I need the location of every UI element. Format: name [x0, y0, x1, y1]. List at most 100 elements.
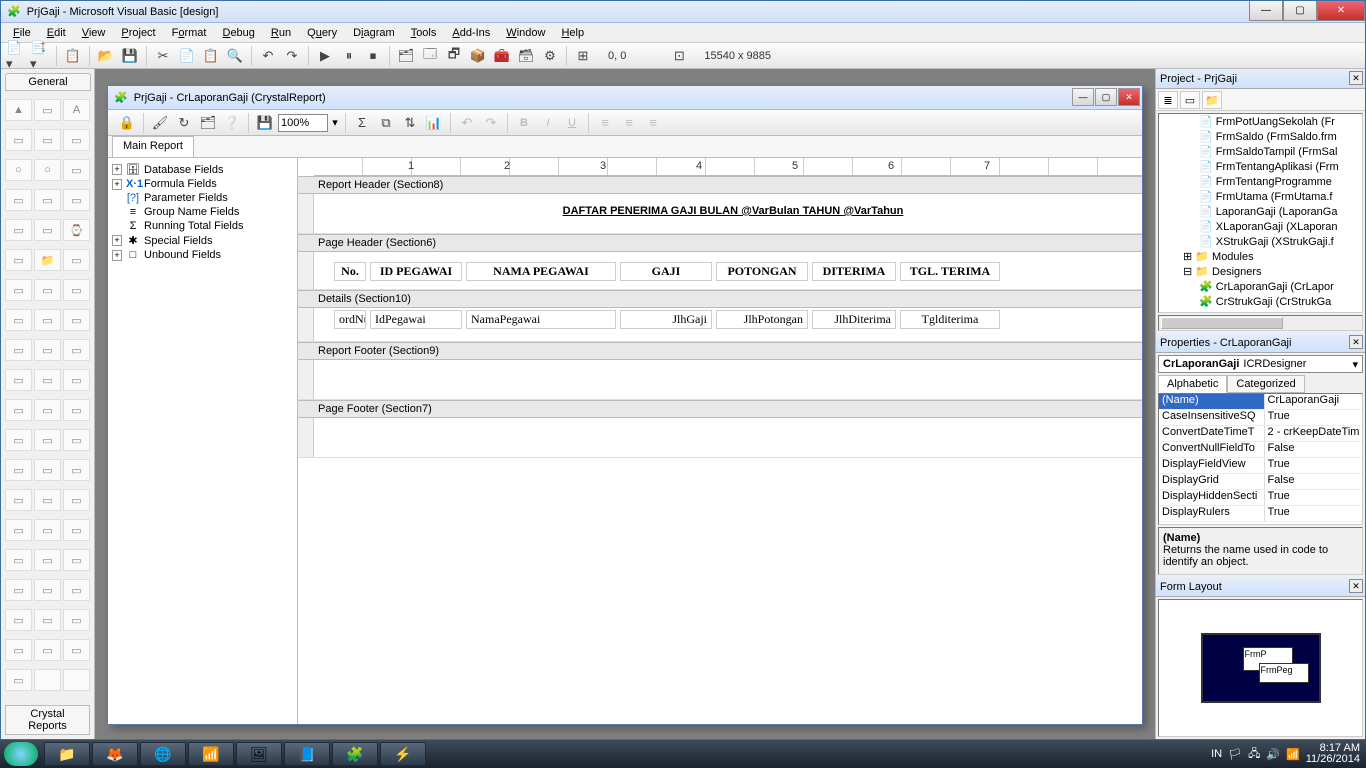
- taskbar-item[interactable]: 🧩: [332, 742, 378, 766]
- maximize-button[interactable]: ▢: [1283, 1, 1317, 21]
- pointer-tool[interactable]: ▲: [5, 99, 32, 121]
- report-header-body[interactable]: DAFTAR PENERIMA GAJI BULAN @VarBulan TAH…: [298, 194, 1142, 234]
- project-item[interactable]: 🧩 CrLaporanGaji (CrLapor: [1159, 279, 1362, 294]
- close-button[interactable]: ✕: [1317, 1, 1365, 21]
- col-header[interactable]: POTONGAN: [716, 262, 808, 281]
- taskbar[interactable]: 📁 🦊 🌐 📶 🖼 📘 🧩 ⚡ IN 🏳 🖧 🔊 📶 8:17 AM 11/26…: [0, 740, 1366, 768]
- input-language[interactable]: IN: [1211, 748, 1222, 760]
- menubar[interactable]: File Edit View Project Format Debug Run …: [1, 23, 1365, 43]
- menu-format[interactable]: Format: [166, 25, 213, 41]
- system-tray[interactable]: IN 🏳 🖧 🔊 📶 8:17 AM 11/26/2014: [1211, 743, 1360, 765]
- menu-edit[interactable]: Edit: [41, 25, 72, 41]
- add-project-button[interactable]: 📄▾: [5, 45, 27, 67]
- pane-close-button[interactable]: ✕: [1349, 579, 1363, 593]
- redo-button[interactable]: ↷: [281, 45, 303, 67]
- form-layout-title[interactable]: Form Layout ✕: [1156, 577, 1365, 597]
- report-footer-body[interactable]: [298, 360, 1142, 400]
- col-header[interactable]: TGL. TERIMA: [900, 262, 1000, 281]
- project-item[interactable]: 📄 FrmUtama (FrmUtama.f: [1159, 189, 1362, 204]
- menu-query[interactable]: Query: [301, 25, 343, 41]
- menu-editor-button[interactable]: 📋: [62, 45, 84, 67]
- project-item[interactable]: 📄 FrmSaldoTampil (FrmSal: [1159, 144, 1362, 159]
- tab-main-report[interactable]: Main Report: [112, 136, 194, 157]
- menu-debug[interactable]: Debug: [216, 25, 260, 41]
- menu-help[interactable]: Help: [555, 25, 590, 41]
- toolbox-button[interactable]: 🧰: [491, 45, 513, 67]
- design-surface[interactable]: 1 2 3 4 5 6 7 Report Header (Section8): [298, 158, 1142, 724]
- undo-button[interactable]: ↶: [456, 112, 478, 134]
- toggle-folders-button[interactable]: 📁: [1202, 91, 1222, 109]
- detail-field[interactable]: IdPegawai: [370, 310, 462, 329]
- properties-pane-title[interactable]: Properties - CrLaporanGaji ✕: [1156, 333, 1365, 353]
- project-item[interactable]: 📄 LaporanGaji (LaporanGa: [1159, 204, 1362, 219]
- page-header-body[interactable]: No. ID PEGAWAI NAMA PEGAWAI GAJI POTONGA…: [298, 252, 1142, 290]
- pane-close-button[interactable]: ✕: [1349, 71, 1363, 85]
- zoom-dropdown-icon[interactable]: ▾: [330, 116, 340, 129]
- menu-tools[interactable]: Tools: [405, 25, 443, 41]
- menu-diagram[interactable]: Diagram: [347, 25, 401, 41]
- col-header[interactable]: NAMA PEGAWAI: [466, 262, 616, 281]
- taskbar-item[interactable]: 🌐: [140, 742, 186, 766]
- toolbox-tab-crystal[interactable]: Crystal Reports: [5, 705, 90, 735]
- col-header[interactable]: No.: [334, 262, 366, 281]
- property-row[interactable]: DisplayRulersTrue: [1159, 506, 1362, 522]
- property-row[interactable]: (Name)CrLaporanGaji: [1159, 394, 1362, 410]
- underline-button[interactable]: U: [561, 112, 583, 134]
- properties-button[interactable]: 🗔: [419, 45, 441, 67]
- project-item[interactable]: 📄 FrmSaldo (FrmSaldo.frm: [1159, 129, 1362, 144]
- property-row[interactable]: DisplayGridFalse: [1159, 474, 1362, 490]
- tab-alphabetic[interactable]: Alphabetic: [1158, 375, 1227, 393]
- taskbar-item[interactable]: 📁: [44, 742, 90, 766]
- menu-run[interactable]: Run: [265, 25, 297, 41]
- project-explorer-button[interactable]: 🗂: [395, 45, 417, 67]
- project-item[interactable]: 📄 XLaporanGaji (XLaporan: [1159, 219, 1362, 234]
- property-row[interactable]: DisplayFieldViewTrue: [1159, 458, 1362, 474]
- view-object-button[interactable]: ▭: [1180, 91, 1200, 109]
- view-code-button[interactable]: ≣: [1158, 91, 1178, 109]
- property-row[interactable]: DisplayHiddenSectiTrue: [1159, 490, 1362, 506]
- project-item[interactable]: 📄 XStrukGaji (XStrukGaji.f: [1159, 234, 1362, 249]
- properties-grid[interactable]: (Name)CrLaporanGaji CaseInsensitiveSQTru…: [1158, 393, 1363, 525]
- field-explorer[interactable]: +🗄Database Fields +X·1Formula Fields [?]…: [108, 158, 298, 724]
- sigma-button[interactable]: Σ: [351, 112, 373, 134]
- menu-window[interactable]: Window: [500, 25, 551, 41]
- section-page-footer[interactable]: Page Footer (Section7): [298, 400, 1142, 418]
- tree-node[interactable]: ≡Group Name Fields: [110, 205, 295, 219]
- tree-node[interactable]: ΣRunning Total Fields: [110, 219, 295, 233]
- tray-flag-icon[interactable]: 🏳: [1228, 748, 1242, 761]
- component-button[interactable]: ⚙: [539, 45, 561, 67]
- tree-node[interactable]: +□Unbound Fields: [110, 248, 295, 262]
- project-folder[interactable]: ⊞ 📁 Modules: [1159, 249, 1362, 264]
- detail-field[interactable]: ordNu: [334, 310, 366, 329]
- refresh-button[interactable]: ↻: [173, 112, 195, 134]
- redo-button[interactable]: ↷: [480, 112, 502, 134]
- page-footer-body[interactable]: [298, 418, 1142, 458]
- section-report-header[interactable]: Report Header (Section8): [298, 176, 1142, 194]
- toolbox-tab-general[interactable]: General: [5, 73, 91, 91]
- child-minimize-button[interactable]: —: [1072, 88, 1094, 106]
- col-header[interactable]: GAJI: [620, 262, 712, 281]
- taskbar-item[interactable]: 🦊: [92, 742, 138, 766]
- pane-close-button[interactable]: ✕: [1349, 335, 1363, 349]
- section-page-header[interactable]: Page Header (Section6): [298, 234, 1142, 252]
- group-button[interactable]: ⧉: [375, 112, 397, 134]
- align-left-button[interactable]: ≡: [594, 112, 616, 134]
- tab-categorized[interactable]: Categorized: [1227, 375, 1304, 393]
- tree-node[interactable]: [?]Parameter Fields: [110, 191, 295, 205]
- open-button[interactable]: 📂: [95, 45, 117, 67]
- sort-button[interactable]: ⇅: [399, 112, 421, 134]
- form-layout-button[interactable]: 🗗: [443, 45, 465, 67]
- report-title-field[interactable]: DAFTAR PENERIMA GAJI BULAN @VarBulan TAH…: [498, 202, 968, 218]
- save-report-button[interactable]: 💾: [254, 112, 276, 134]
- project-item[interactable]: 🧩 CrStrukGaji (CrStrukGa: [1159, 294, 1362, 309]
- data-view-button[interactable]: 🗃: [515, 45, 537, 67]
- detail-field[interactable]: Tglditerima: [900, 310, 1000, 329]
- paste-button[interactable]: 📋: [200, 45, 222, 67]
- child-maximize-button[interactable]: ▢: [1095, 88, 1117, 106]
- tree-node[interactable]: +✱Special Fields: [110, 233, 295, 248]
- tray-volume-icon[interactable]: 🔊: [1266, 748, 1280, 761]
- detail-field[interactable]: JlhDiterima: [812, 310, 896, 329]
- col-header[interactable]: ID PEGAWAI: [370, 262, 462, 281]
- minimize-button[interactable]: —: [1249, 1, 1283, 21]
- italic-button[interactable]: I: [537, 112, 559, 134]
